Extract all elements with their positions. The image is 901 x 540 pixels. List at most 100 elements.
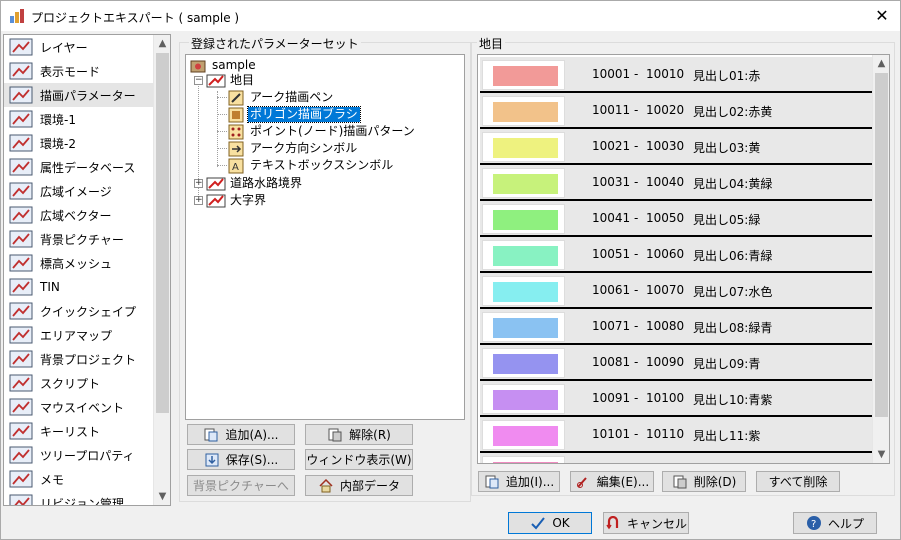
- tree-item-polygon-brush[interactable]: ポリゴン描画ブラシ: [226, 106, 361, 123]
- tree-item-textbox-symbol[interactable]: A テキストボックスシンボル: [226, 157, 395, 174]
- collapse-icon[interactable]: −: [194, 76, 203, 85]
- color-row[interactable]: 10041 - 10050 見出し05:緑: [480, 201, 872, 237]
- color-row[interactable]: 10081 - 10090 見出し09:青: [480, 345, 872, 381]
- tree-item-point-pattern[interactable]: ポイント(ノード)描画パターン: [226, 123, 417, 140]
- save-param-button[interactable]: 保存(S)...: [187, 449, 295, 470]
- delete-color-button[interactable]: 削除(D): [662, 471, 746, 492]
- sidebar-item-4[interactable]: 環境-2: [4, 131, 154, 155]
- window-title: プロジェクトエキスパート ( sample ): [31, 11, 240, 25]
- scroll-down-icon[interactable]: ▼: [154, 488, 170, 505]
- add-color-button[interactable]: 追加(I)...: [478, 471, 560, 492]
- tree-item-oaza[interactable]: 大字界: [206, 192, 268, 209]
- project-expert-window: プロジェクトエキスパート ( sample ) ✕ レイヤー 表示モード描画パラメ…: [0, 0, 901, 540]
- scroll-thumb[interactable]: [875, 73, 888, 417]
- quick-shape-icon: [8, 301, 34, 321]
- sidebar-item-label: 描画パラメーター: [40, 88, 136, 103]
- sidebar-item-18[interactable]: メモ: [4, 467, 154, 491]
- close-icon[interactable]: ✕: [864, 1, 900, 31]
- scroll-down-icon[interactable]: ▼: [873, 446, 889, 463]
- sidebar-item-6[interactable]: 広域イメージ: [4, 179, 154, 203]
- draw-param-icon: [8, 85, 34, 105]
- sidebar-item-label: スクリプト: [40, 376, 101, 391]
- to-background-picture-button[interactable]: 背景ピクチャーへ: [187, 475, 295, 496]
- sidebar-item-9[interactable]: 標高メッシュ: [4, 251, 154, 275]
- expand-icon[interactable]: +: [194, 179, 203, 188]
- sidebar-item-label: 広域ベクター: [40, 208, 112, 223]
- expand-icon[interactable]: +: [194, 196, 203, 205]
- cancel-button[interactable]: キャンセル: [603, 512, 689, 534]
- tree-item-chimoku[interactable]: 地目: [206, 72, 256, 89]
- sidebar-item-8[interactable]: 背景ピクチャー: [4, 227, 154, 251]
- edit-icon: [575, 474, 591, 490]
- swatch-frame: [482, 276, 565, 306]
- color-row[interactable]: 10101 - 10110 見出し11:紫: [480, 417, 872, 453]
- draw-param-icon: [206, 176, 226, 192]
- color-row[interactable]: 10021 - 10030 見出し03:黄: [480, 129, 872, 165]
- sidebar-item-15[interactable]: マウスイベント: [4, 395, 154, 419]
- color-swatch: [493, 354, 558, 374]
- house-icon: [318, 478, 334, 494]
- color-row[interactable]: 10051 - 10060 見出し06:青緑: [480, 237, 872, 273]
- internal-data-button[interactable]: 内部データ: [305, 475, 413, 496]
- add-param-button[interactable]: 追加(A)...: [187, 424, 295, 445]
- param-set-group-title: 登録されたパラメーターセット: [189, 35, 361, 52]
- delete-all-button[interactable]: すべて削除: [756, 471, 840, 492]
- color-swatch: [493, 138, 558, 158]
- sidebar-item-label: TIN: [40, 280, 60, 294]
- code-range: 10071 - 10080: [592, 319, 685, 333]
- svg-text:?: ?: [811, 519, 816, 530]
- ok-button[interactable]: OK: [508, 512, 592, 534]
- help-button[interactable]: ? ヘルプ: [793, 512, 877, 534]
- sidebar-item-2[interactable]: 描画パラメーター: [4, 83, 154, 107]
- heading-name: 見出し11:紫: [693, 429, 761, 443]
- sidebar-item-3[interactable]: 環境-1: [4, 107, 154, 131]
- sidebar-item-7[interactable]: 広域ベクター: [4, 203, 154, 227]
- scroll-up-icon[interactable]: ▲: [873, 55, 889, 72]
- color-list-scrollbar[interactable]: ▲ ▼: [872, 55, 889, 463]
- sidebar-item-10[interactable]: TIN: [4, 275, 154, 299]
- color-row[interactable]: 10031 - 10040 見出し04:黄緑: [480, 165, 872, 201]
- sidebar-item-12[interactable]: エリアマップ: [4, 323, 154, 347]
- layer-icon: [8, 37, 34, 57]
- sidebar-item-11[interactable]: クイックシェイプ: [4, 299, 154, 323]
- draw-param-icon: [206, 73, 226, 89]
- heading-name: 見出し01:赤: [693, 69, 761, 83]
- sidebar-item-label: マウスイベント: [40, 400, 125, 415]
- scroll-up-icon[interactable]: ▲: [154, 35, 170, 52]
- color-row[interactable]: 10071 - 10080 見出し08:緑青: [480, 309, 872, 345]
- sidebar-item-13[interactable]: 背景プロジェクト: [4, 347, 154, 371]
- code-range: 10001 - 10010: [592, 67, 685, 81]
- sidebar-item-5[interactable]: 属性データベース: [4, 155, 154, 179]
- remove-param-button[interactable]: 解除(R): [305, 424, 413, 445]
- tree-item-arc-pen[interactable]: アーク描画ペン: [226, 89, 335, 106]
- heading-name: 見出し12:赤紫: [693, 463, 772, 464]
- tree-item-road[interactable]: 道路水路境界: [206, 175, 304, 192]
- category-sidebar: レイヤー 表示モード描画パラメーター環境-1 環境-2 属性データベース 広域イメージ広…: [3, 34, 171, 506]
- scroll-thumb[interactable]: [156, 53, 169, 413]
- sidebar-item-label: 環境-2: [40, 136, 76, 151]
- color-row[interactable]: 10001 - 10010 見出し01:赤: [480, 57, 872, 93]
- wide-image-icon: [8, 181, 34, 201]
- swatch-frame: [482, 168, 565, 198]
- sidebar-item-label: リビジョン管理: [40, 496, 125, 506]
- color-row[interactable]: 10011 - 10020 見出し02:赤黄: [480, 93, 872, 129]
- sidebar-item-17[interactable]: ツリープロパティ: [4, 443, 154, 467]
- title-bar: プロジェクトエキスパート ( sample ) ✕: [1, 1, 900, 31]
- heading-name: 見出し03:黄: [693, 141, 761, 155]
- color-row[interactable]: 10061 - 10070 見出し07:水色: [480, 273, 872, 309]
- draw-param-icon: [206, 193, 226, 209]
- sidebar-scrollbar[interactable]: ▲ ▼: [153, 35, 170, 505]
- edit-color-button[interactable]: 編集(E)...: [570, 471, 654, 492]
- sidebar-item-14[interactable]: スクリプト: [4, 371, 154, 395]
- heading-name: 見出し10:青紫: [693, 393, 773, 407]
- code-range: 10041 - 10050: [592, 211, 685, 225]
- sidebar-item-19[interactable]: リビジョン管理: [4, 491, 154, 506]
- show-window-button[interactable]: ウィンドウ表示(W): [305, 449, 413, 470]
- sidebar-item-0[interactable]: レイヤー: [4, 35, 154, 59]
- sidebar-item-16[interactable]: キーリスト: [4, 419, 154, 443]
- color-row[interactable]: 10111 - 10120 見出し12:赤紫: [480, 453, 872, 464]
- tree-item-arc-direction[interactable]: アーク方向シンボル: [226, 140, 359, 157]
- sidebar-item-1[interactable]: 表示モード: [4, 59, 154, 83]
- color-row[interactable]: 10091 - 10100 見出し10:青紫: [480, 381, 872, 417]
- color-swatch: [493, 102, 558, 122]
